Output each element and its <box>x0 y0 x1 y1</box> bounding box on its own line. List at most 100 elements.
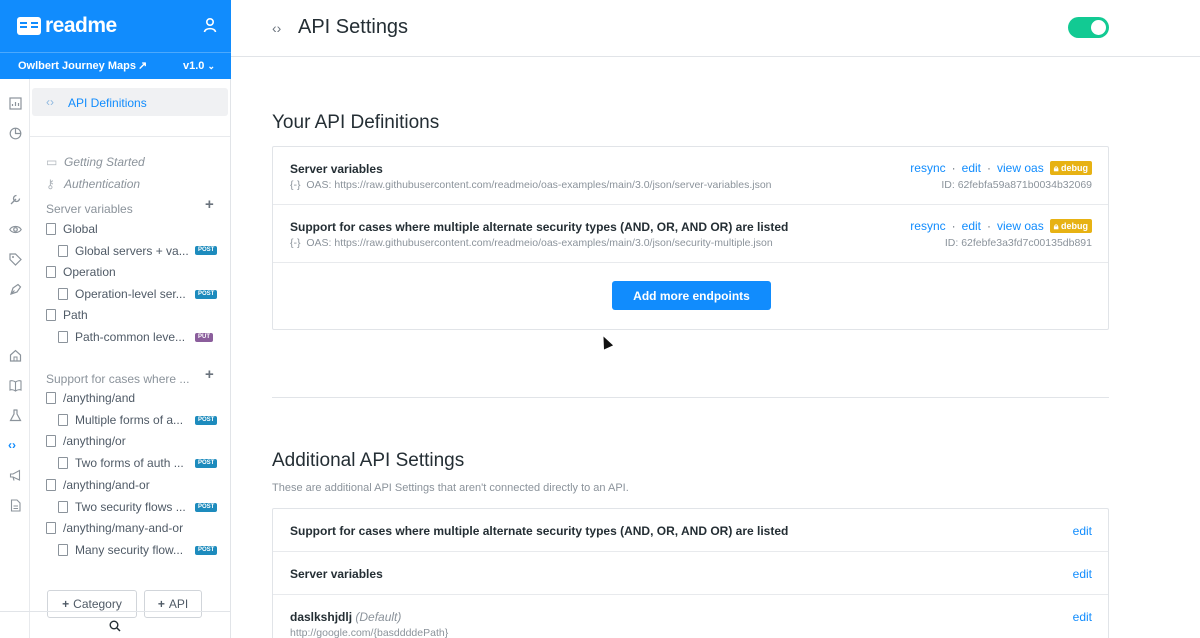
readme-book-icon <box>17 17 41 35</box>
sidebar-group-operation[interactable]: Operation <box>46 265 116 279</box>
add-more-endpoints-button[interactable]: Add more endpoints <box>612 281 771 310</box>
sidebar-page-global-servers[interactable]: Global servers + va... <box>58 244 189 258</box>
document-icon[interactable] <box>9 499 22 512</box>
tag-icon[interactable] <box>9 253 22 266</box>
megaphone-icon[interactable] <box>9 469 22 482</box>
search-icon[interactable] <box>109 620 121 632</box>
divider <box>30 136 230 137</box>
sidebar-category-server-variables[interactable]: Server variables <box>46 202 133 216</box>
definition-oas: {-} OAS: https://raw.githubusercontent.c… <box>290 179 772 191</box>
add-page-icon[interactable]: + <box>205 366 214 383</box>
code-icon[interactable]: ‹› <box>8 439 21 452</box>
sidebar-group-anything-many-and-or[interactable]: /anything/many-and-or <box>46 521 183 535</box>
edit-link[interactable]: edit <box>1073 567 1092 581</box>
view-oas-link[interactable]: view oas <box>997 219 1044 233</box>
sidebar-item-label: Global <box>63 222 98 236</box>
wrench-icon[interactable] <box>9 193 22 206</box>
sidebar-group-anything-and[interactable]: /anything/and <box>46 391 135 405</box>
sidebar-page-many-security-flows[interactable]: Many security flow... <box>58 543 183 557</box>
plus-icon: + <box>157 597 165 611</box>
code-icon: ‹› <box>46 95 54 109</box>
additional-setting-row: Support for cases where multiple alterna… <box>273 509 1108 552</box>
key-icon: ⚷ <box>46 177 55 191</box>
code-icon: ‹› <box>272 20 282 36</box>
api-definition-row: Server variables {-} OAS: https://raw.gi… <box>273 147 1108 205</box>
main-content: Your API Definitions Server variables {-… <box>231 57 1200 638</box>
section-heading: Additional API Settings <box>272 450 465 471</box>
sidebar-category-security[interactable]: Support for cases where ... <box>46 372 189 386</box>
book-icon: ▭ <box>46 155 58 169</box>
definition-actions: resync · edit · view oas 🔒︎ debug <box>910 161 1092 175</box>
sidebar-group-anything-or[interactable]: /anything/or <box>46 434 126 448</box>
flask-icon[interactable] <box>9 409 22 422</box>
eye-icon[interactable] <box>9 223 22 236</box>
sidebar-item-label: API Definitions <box>68 96 147 110</box>
sidebar-group-anything-and-or[interactable]: /anything/and-or <box>46 478 150 492</box>
project-name[interactable]: Owlbert Journey Maps <box>18 60 136 72</box>
top-bar: ‹› API Settings <box>231 0 1200 57</box>
book-icon[interactable] <box>9 379 22 392</box>
sidebar-item-label: Operation-level ser... <box>75 287 186 301</box>
sidebar-group-global[interactable]: Global <box>46 222 98 236</box>
definition-id: ID: 62febfa59a871b0034b32069 <box>941 179 1092 191</box>
sidebar-item-label: /anything/and <box>63 391 136 405</box>
logo-text: readme <box>45 14 117 37</box>
sidebar-item-api-definitions[interactable]: ‹› API Definitions <box>32 88 228 116</box>
sidebar-item-authentication[interactable]: ⚷ Authentication <box>46 177 140 191</box>
debug-button[interactable]: 🔒︎ debug <box>1049 219 1092 233</box>
setting-name: daslkshjdlj <box>290 610 353 624</box>
edit-link[interactable]: edit <box>1073 610 1092 624</box>
sidebar-item-label: Authentication <box>64 177 141 191</box>
plus-icon: + <box>62 597 70 611</box>
definition-id: ID: 62febfe3a3fd7c00135db891 <box>944 237 1092 249</box>
sidebar-search-bar[interactable] <box>0 611 230 638</box>
debug-button[interactable]: 🔒︎ debug <box>1049 161 1092 175</box>
home-icon[interactable] <box>9 349 22 362</box>
section-subtitle: These are additional API Settings that a… <box>272 482 629 494</box>
sidebar-item-getting-started[interactable]: ▭ Getting Started <box>46 155 145 169</box>
setting-title: Support for cases where multiple alterna… <box>290 524 789 538</box>
api-settings-toggle[interactable] <box>1068 17 1109 38</box>
sidebar-group-path[interactable]: Path <box>46 308 88 322</box>
icon-rail: ‹› <box>0 79 30 638</box>
setting-title: Server variables <box>290 567 383 581</box>
oas-url[interactable]: https://raw.githubusercontent.com/readme… <box>334 237 772 249</box>
view-oas-link[interactable]: view oas <box>997 161 1044 175</box>
edit-link[interactable]: edit <box>1073 524 1092 538</box>
page-icon <box>58 501 68 513</box>
method-badge: POST <box>195 246 218 255</box>
readme-logo[interactable]: readme <box>17 14 117 38</box>
edit-link[interactable]: edit <box>962 161 981 175</box>
section-heading: Your API Definitions <box>272 112 440 133</box>
sidebar-page-multiple-forms[interactable]: Multiple forms of a... <box>58 413 183 427</box>
method-badge: POST <box>195 416 218 425</box>
method-badge: POST <box>195 546 218 555</box>
resync-link[interactable]: resync <box>910 161 945 175</box>
page-icon <box>58 331 68 343</box>
page-icon <box>58 288 68 300</box>
user-icon[interactable] <box>203 17 217 33</box>
edit-link[interactable]: edit <box>962 219 981 233</box>
external-link-icon[interactable]: ↗ <box>138 59 147 72</box>
additional-setting-row: daslkshjdlj (Default) edit http://google… <box>273 595 1108 638</box>
sidebar-page-operation-level[interactable]: Operation-level ser... <box>58 287 186 301</box>
definition-title: Server variables <box>290 162 383 176</box>
pen-icon[interactable] <box>9 283 22 296</box>
sidebar-page-two-forms[interactable]: Two forms of auth ... <box>58 456 184 470</box>
separator: · <box>951 161 956 175</box>
separator: · <box>951 219 956 233</box>
pie-chart-icon[interactable] <box>9 127 22 140</box>
button-label: Category <box>73 597 122 611</box>
resync-link[interactable]: resync <box>910 219 945 233</box>
version-select[interactable]: v1.0 ⌄ <box>183 60 215 72</box>
project-bar[interactable]: Owlbert Journey Maps ↗ v1.0 ⌄ <box>0 52 231 79</box>
oas-url[interactable]: https://raw.githubusercontent.com/readme… <box>334 179 771 191</box>
json-icon: {-} <box>290 237 301 249</box>
chart-icon[interactable] <box>9 97 22 110</box>
sidebar-page-two-security-flows[interactable]: Two security flows ... <box>58 500 186 514</box>
sidebar-page-path-common[interactable]: Path-common leve... <box>58 330 185 344</box>
version-label: v1.0 <box>182 60 205 72</box>
add-page-icon[interactable]: + <box>205 196 214 213</box>
page-icon <box>46 435 56 447</box>
button-label: API <box>168 597 189 611</box>
